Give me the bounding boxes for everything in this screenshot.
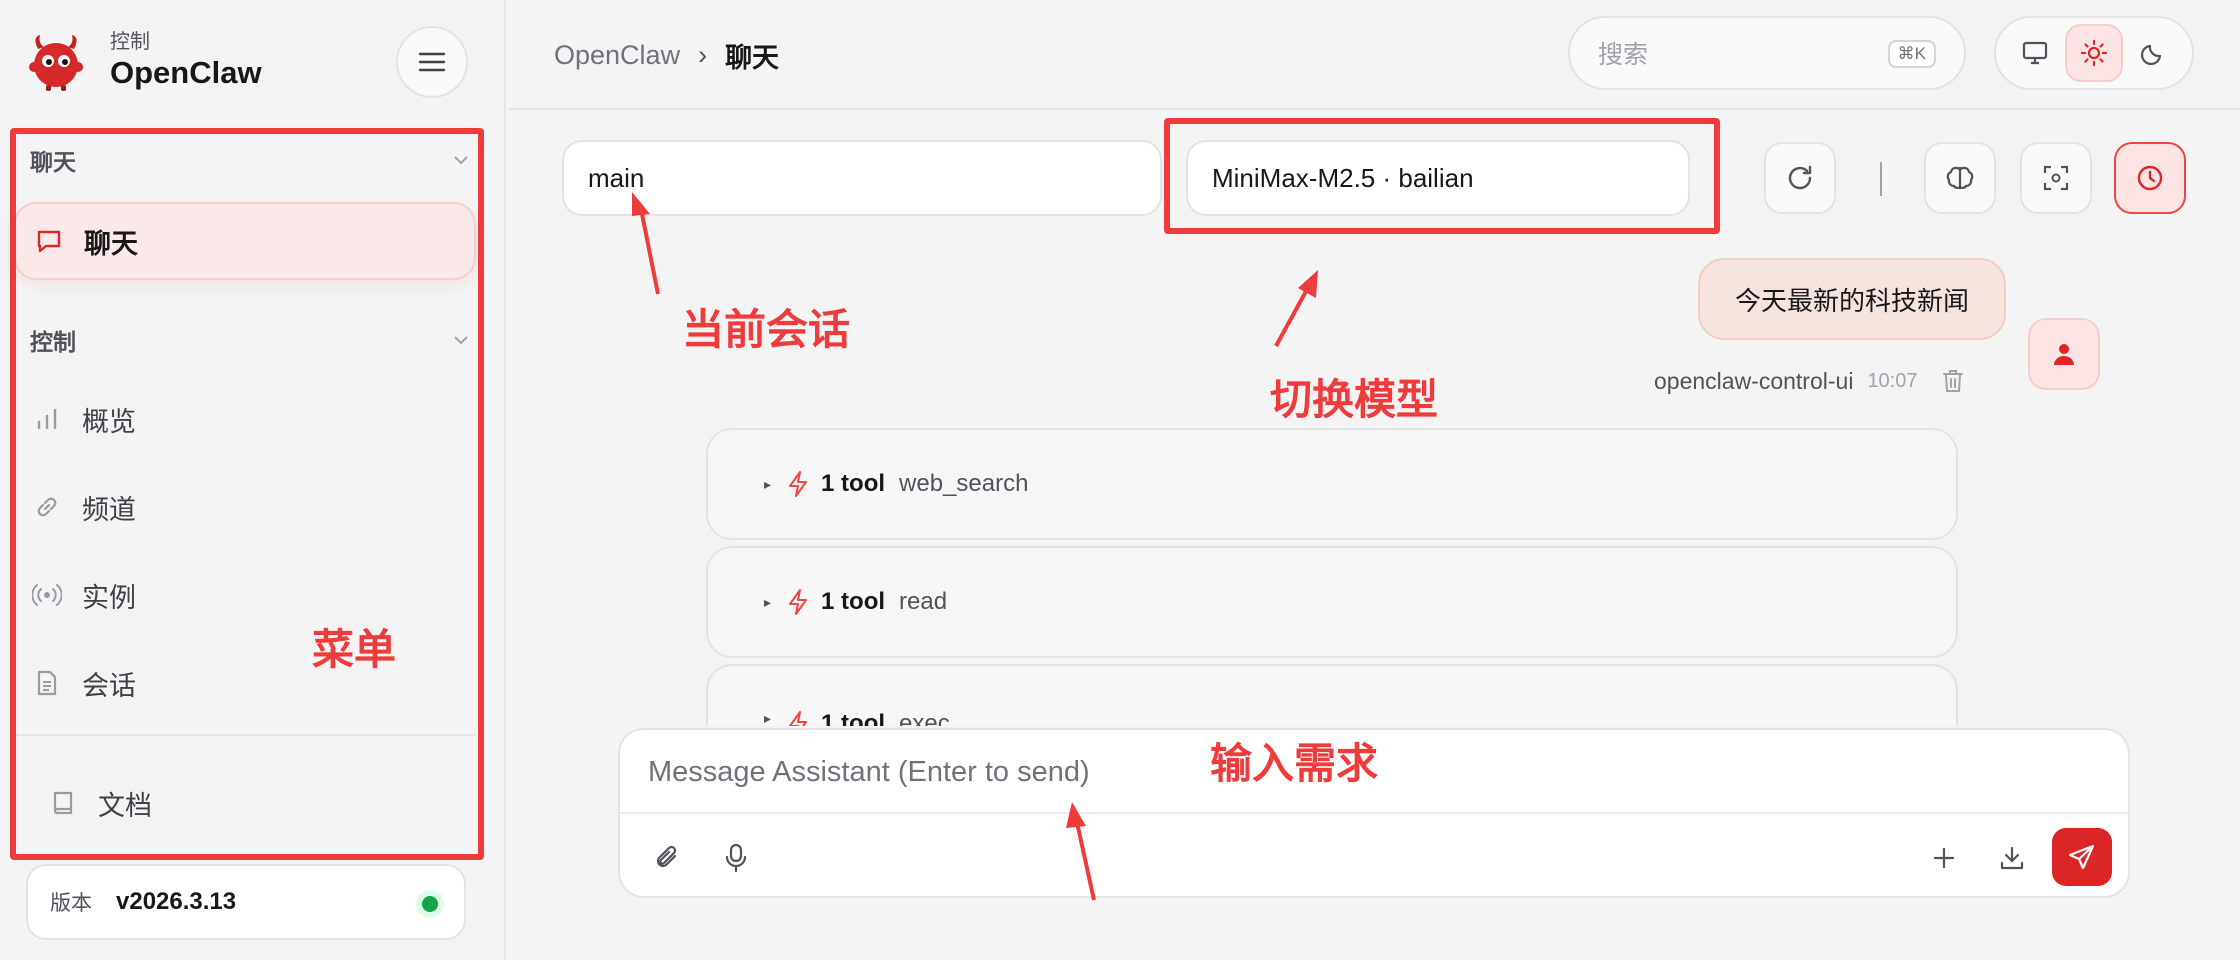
microphone-icon (725, 843, 747, 873)
refresh-button[interactable] (1764, 142, 1836, 214)
tool-name: read (899, 588, 948, 615)
new-chat-button[interactable] (1920, 834, 1968, 882)
search-placeholder: 搜索 (1598, 41, 1649, 69)
tool-call-card[interactable]: ▸ 1 tool web_search (706, 428, 1958, 540)
brand: 控制 OpenClaw (24, 26, 262, 96)
status-indicator (416, 890, 444, 918)
brain-icon (1946, 166, 1974, 190)
expand-triangle-icon: ▸ (764, 475, 772, 492)
user-avatar (2028, 318, 2100, 390)
tool-name: exec (899, 710, 950, 726)
message-sender: openclaw-control-ui (1654, 367, 1854, 394)
annotation-menu-label: 菜单 (312, 626, 397, 673)
search-input[interactable]: 搜索 ⌘K (1568, 16, 1966, 90)
search-shortcut: ⌘K (1887, 40, 1936, 68)
breadcrumb-root[interactable]: OpenClaw (554, 40, 680, 71)
theme-dark-button[interactable] (2124, 24, 2182, 82)
history-button[interactable] (2114, 142, 2186, 214)
annotation-model-box (1164, 118, 1720, 234)
user-icon (2054, 344, 2074, 365)
theme-switch (1994, 16, 2194, 90)
toolbar-divider (1880, 162, 1882, 196)
annotation-input-label: 输入需求 (1210, 740, 1379, 787)
theme-light-button[interactable] (2064, 24, 2123, 82)
composer-divider (620, 812, 2128, 814)
tool-count: 1 tool (821, 588, 886, 615)
attach-button[interactable] (644, 834, 692, 882)
thinking-toggle-button[interactable] (1924, 142, 1996, 214)
paperclip-icon (656, 845, 677, 868)
user-message-text: 今天最新的科技新闻 (1734, 285, 1969, 316)
download-icon (2000, 846, 2024, 870)
tool-count: 1 tool (821, 470, 886, 497)
topbar: OpenClaw › 聊天 搜索 ⌘K (508, 0, 2240, 110)
session-select[interactable]: main (562, 140, 1162, 216)
sun-icon (2080, 39, 2108, 67)
version-label: 版本 (50, 892, 92, 915)
expand-triangle-icon: ▸ (764, 710, 772, 726)
hamburger-icon (418, 52, 446, 72)
annotation-session-label: 当前会话 (682, 306, 851, 353)
breadcrumb-separator: › (698, 40, 708, 70)
export-button[interactable] (1988, 834, 2036, 882)
breadcrumb: OpenClaw › 聊天 (554, 36, 779, 75)
tool-call-card[interactable]: ▸ 1 tool read (706, 546, 1958, 658)
lightning-icon (789, 471, 808, 497)
message-time: 10:07 (1867, 369, 1918, 392)
breadcrumb-current: 聊天 (725, 43, 780, 73)
lightning-icon (789, 711, 808, 726)
brand-title: OpenClaw (110, 55, 262, 90)
tool-card-clip: ▸ 1 tool exec (706, 662, 1958, 726)
tool-name: web_search (899, 470, 1029, 497)
focus-mode-button[interactable] (2020, 142, 2092, 214)
theme-system-button[interactable] (2006, 24, 2064, 82)
tool-count: 1 tool (821, 710, 886, 726)
monitor-icon (2023, 41, 2048, 65)
menu-toggle-button[interactable] (396, 26, 468, 98)
moon-icon (2140, 44, 2161, 65)
voice-input-button[interactable] (712, 834, 760, 882)
annotation-model-label: 切换模型 (1270, 376, 1439, 423)
focus-frame-icon (2043, 165, 2069, 191)
brand-subtitle: 控制 (110, 31, 150, 53)
send-icon (2068, 844, 2095, 870)
plus-icon (1933, 847, 1955, 869)
annotation-menu-box (10, 128, 484, 860)
version-card: 版本 v2026.3.13 (26, 864, 466, 940)
version-value: v2026.3.13 (116, 888, 237, 915)
session-value: main (588, 162, 645, 193)
clock-icon (2137, 165, 2163, 191)
expand-triangle-icon: ▸ (764, 593, 772, 610)
trash-icon (1942, 370, 1963, 392)
delete-message-button[interactable] (1938, 366, 1968, 396)
lightning-icon (789, 589, 808, 615)
send-button[interactable] (2052, 828, 2112, 886)
lobster-logo-icon (29, 35, 83, 91)
tool-call-card[interactable]: ▸ 1 tool exec (706, 664, 1958, 726)
refresh-icon (1788, 165, 1812, 190)
message-meta: openclaw-control-ui 10:07 (1654, 366, 1968, 396)
user-message-bubble: 今天最新的科技新闻 (1698, 258, 2006, 340)
